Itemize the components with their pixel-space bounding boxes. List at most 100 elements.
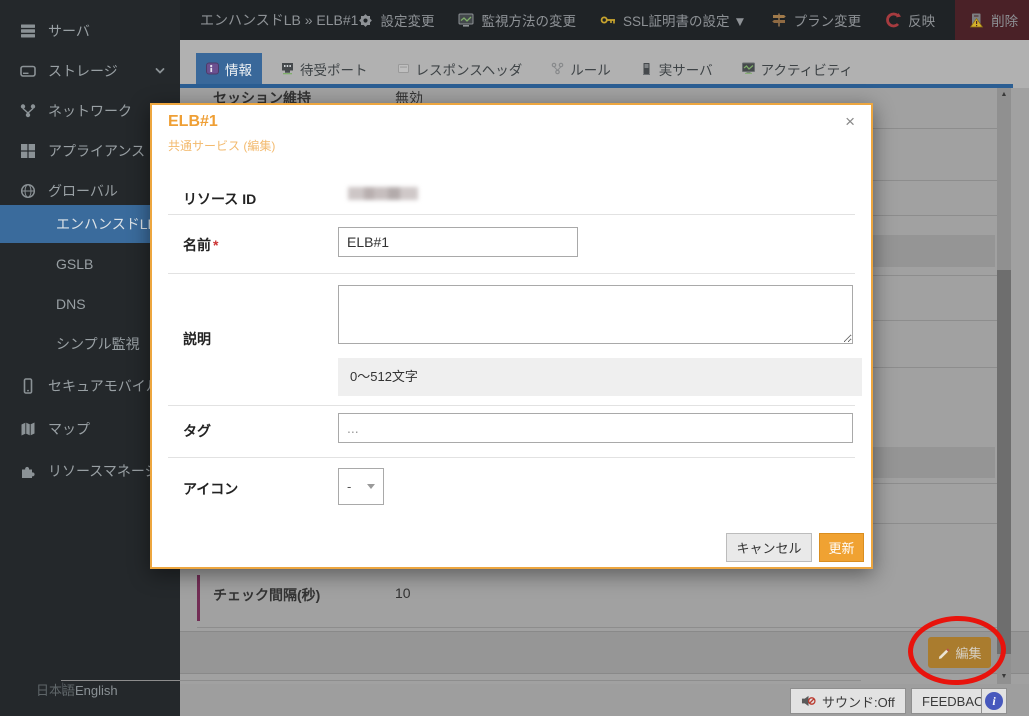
check-interval-label: チェック間隔(秒) xyxy=(213,585,320,605)
sidebar-item-label: エンハンスドLB xyxy=(56,214,157,234)
tab-label: 待受ポート xyxy=(300,59,368,79)
server-icon xyxy=(20,23,36,39)
caret-down-icon xyxy=(367,484,375,489)
info-button[interactable]: i xyxy=(981,688,1007,714)
description-hint: 0〜512文字 xyxy=(338,358,862,396)
check-interval-value: 10 xyxy=(395,585,411,601)
refresh-icon xyxy=(885,12,901,28)
ssl-certificate-dropdown[interactable]: SSL証明書の設定 ▼ xyxy=(600,0,747,40)
icon-select[interactable]: - xyxy=(338,468,384,505)
language-japanese[interactable]: 日本語 xyxy=(36,683,75,698)
tab-rules[interactable]: ルール xyxy=(541,53,621,84)
port-tab-icon xyxy=(281,62,294,75)
tab-label: アクティビティ xyxy=(761,59,853,79)
action-label: 監視方法の変更 xyxy=(481,10,576,30)
delete-button[interactable]: 削除 xyxy=(955,0,1029,40)
scrollbar[interactable]: ▲ ▼ xyxy=(997,88,1011,684)
key-icon xyxy=(600,12,616,28)
sidebar-item-label: ネットワーク xyxy=(48,101,132,121)
mobile-icon xyxy=(20,378,36,394)
sidebar-item-label: アプライアンス xyxy=(48,141,145,161)
sidebar-item-label: グローバル xyxy=(48,181,118,201)
tab-label: レスポンスヘッダ xyxy=(416,59,523,79)
monitor-icon xyxy=(458,12,474,28)
monitoring-method-button[interactable]: 監視方法の変更 xyxy=(458,0,576,40)
response-header-tab-icon xyxy=(397,62,410,75)
tab-response-headers[interactable]: レスポンスヘッダ xyxy=(387,53,533,84)
breadcrumb: エンハンスドLB » ELB#1 xyxy=(200,10,358,30)
plan-change-button[interactable]: プラン変更 xyxy=(771,0,862,40)
apply-button[interactable]: 反映 xyxy=(885,0,935,40)
description-label: 説明 xyxy=(183,329,211,349)
info-tab-icon xyxy=(206,62,219,75)
tab-activity[interactable]: アクティビティ xyxy=(732,53,863,84)
puzzle-icon xyxy=(20,463,36,479)
action-label: 反映 xyxy=(908,10,935,30)
header-bar: エンハンスドLB » ELB#1 設定変更 監視方法の変更 SSL証明書の設定 … xyxy=(180,0,1029,40)
language-switcher: 日本語|English xyxy=(36,680,118,699)
activity-tab-icon xyxy=(742,62,755,75)
tab-real-servers[interactable]: 実サーバ xyxy=(630,53,723,84)
tab-label: ルール xyxy=(570,59,611,79)
settings-change-button[interactable]: 設定変更 xyxy=(358,0,434,40)
app-window: サーバ ストレージ ネットワーク アプライアンス グローバル エンハンスドLB … xyxy=(0,0,1029,716)
tab-label: 情報 xyxy=(225,59,252,79)
tag-label: タグ xyxy=(183,421,211,441)
map-icon xyxy=(20,421,36,437)
tab-listen-ports[interactable]: 待受ポート xyxy=(271,53,378,84)
description-textarea[interactable] xyxy=(338,285,853,344)
sidebar-item-storage[interactable]: ストレージ xyxy=(0,51,180,91)
name-label: 名前* xyxy=(183,235,218,255)
rule-tab-icon xyxy=(551,62,564,75)
delete-icon xyxy=(968,12,984,28)
speaker-muted-icon xyxy=(801,694,816,708)
modal-row-separator xyxy=(168,405,855,406)
tab-bar: 情報 待受ポート レスポンスヘッダ ルール 実サーバ アクティビティ xyxy=(180,40,1029,88)
status-bar: サウンド:Off FEEDBACK i xyxy=(180,684,1029,716)
modal-row-separator xyxy=(168,273,855,274)
scrollbar-down-arrow[interactable]: ▼ xyxy=(997,670,1011,684)
panel-footer xyxy=(180,631,1029,674)
required-mark: * xyxy=(213,237,218,253)
sidebar-item-label: GSLB xyxy=(56,256,93,272)
cancel-button[interactable]: キャンセル xyxy=(726,533,812,562)
appliance-icon xyxy=(20,143,36,159)
edit-modal: ELB#1 共通サービス (編集) × リソース ID 名前* 説明 0〜512… xyxy=(150,103,873,569)
language-english[interactable]: English xyxy=(75,683,118,698)
modal-title: ELB#1 xyxy=(168,113,218,131)
real-server-tab-icon xyxy=(640,62,653,75)
resource-id-label: リソース ID xyxy=(183,189,256,209)
row-separator xyxy=(197,627,997,628)
storage-icon xyxy=(20,63,36,79)
tab-underline xyxy=(180,84,1013,88)
action-label: プラン変更 xyxy=(794,10,862,30)
pencil-icon xyxy=(937,646,950,659)
action-label: 設定変更 xyxy=(380,10,434,30)
scrollbar-up-arrow[interactable]: ▲ xyxy=(997,88,1011,102)
action-label: 削除 xyxy=(991,10,1018,30)
icon-label: アイコン xyxy=(183,479,238,499)
sidebar-item-label: DNS xyxy=(56,296,86,312)
tag-input[interactable] xyxy=(338,413,853,443)
close-icon[interactable]: × xyxy=(845,113,855,130)
modal-row-separator xyxy=(168,457,855,458)
sidebar-item-label: サーバ xyxy=(48,21,90,41)
language-separator: | xyxy=(61,680,861,681)
update-button[interactable]: 更新 xyxy=(819,533,864,562)
gear-icon xyxy=(358,13,373,28)
network-icon xyxy=(20,103,36,119)
sidebar-item-label: セキュアモバイル xyxy=(48,376,160,396)
header-actions: 設定変更 監視方法の変更 SSL証明書の設定 ▼ プラン変更 反映 削除 xyxy=(358,0,1029,40)
name-input[interactable] xyxy=(338,227,578,257)
sidebar-item-server[interactable]: サーバ xyxy=(0,11,180,51)
globe-icon xyxy=(20,183,36,199)
icon-select-value: - xyxy=(347,479,351,494)
sound-toggle-label: サウンド:Off xyxy=(822,692,895,711)
modal-subtitle: 共通サービス (編集) xyxy=(168,137,275,154)
tab-info[interactable]: 情報 xyxy=(196,53,262,84)
sound-toggle-button[interactable]: サウンド:Off xyxy=(790,688,906,714)
edit-button[interactable]: 編集 xyxy=(928,637,991,668)
row-group-border xyxy=(197,575,200,621)
sidebar-item-label: シンプル監視 xyxy=(56,334,140,354)
scrollbar-thumb[interactable] xyxy=(997,270,1011,654)
